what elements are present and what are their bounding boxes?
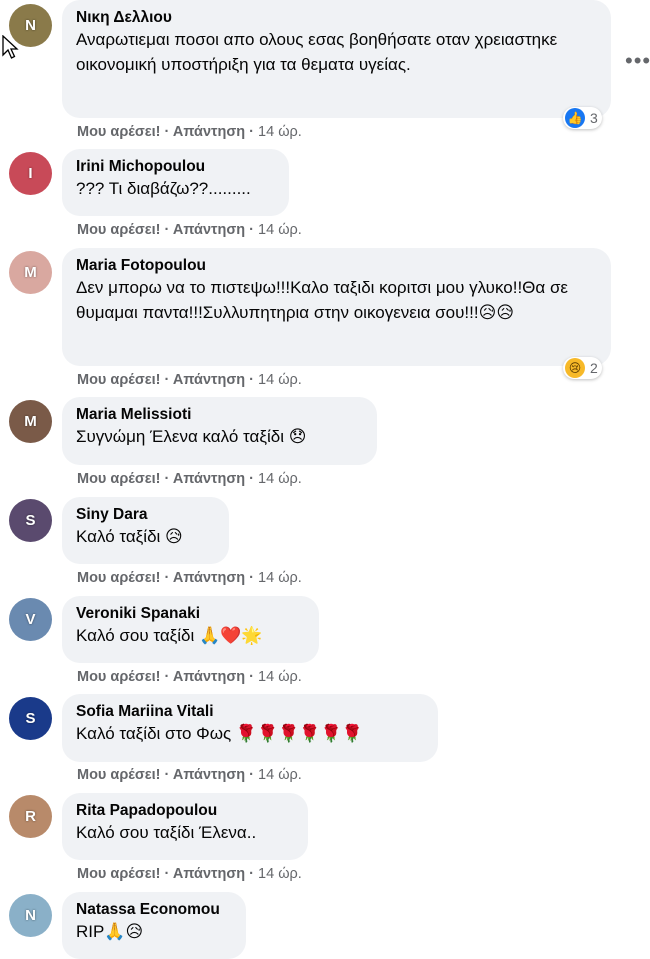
- avatar[interactable]: M: [9, 251, 52, 294]
- separator: ·: [164, 124, 170, 140]
- comment-actions: Μου αρέσει! · Απάντηση · 14 ώρ.: [77, 372, 302, 388]
- sad-reaction-icon: 😢: [565, 358, 585, 378]
- comment-bubble: Veroniki Spanaki Καλό σου ταξίδι 🙏❤️🌟: [62, 596, 319, 663]
- separator: ·: [249, 767, 255, 783]
- reply-button[interactable]: Απάντηση: [173, 669, 245, 685]
- comment-text: RIP🙏😥: [76, 922, 144, 941]
- timestamp[interactable]: 14 ώρ.: [258, 767, 302, 783]
- separator: ·: [249, 669, 255, 685]
- comment-actions: Μου αρέσει! · Απάντηση · 14 ώρ.: [77, 222, 302, 238]
- reply-button[interactable]: Απάντηση: [173, 471, 245, 487]
- avatar[interactable]: N: [9, 894, 52, 937]
- comment-text: Συγνώμη Έλενα καλό ταξίδι 😞: [76, 427, 307, 446]
- comment-bubble: Maria Fotopoulou Δεν μπορω να το πιστεψω…: [62, 248, 611, 366]
- timestamp[interactable]: 14 ώρ.: [258, 570, 302, 586]
- comment-actions: Μου αρέσει! · Απάντηση · 14 ώρ.: [77, 570, 302, 586]
- comment-text: Αναρωτιεμαι ποσοι απο ολους εσας βοηθήσα…: [76, 30, 558, 74]
- separator: ·: [249, 222, 255, 238]
- comment-bubble: Νικη Δελλιου Αναρωτιεμαι ποσοι απο ολους…: [62, 0, 611, 118]
- mouse-cursor-icon: [2, 35, 19, 59]
- reaction-count: 2: [590, 360, 598, 376]
- reaction-summary[interactable]: 😢 2: [563, 357, 602, 379]
- like-button[interactable]: Μου αρέσει!: [77, 471, 161, 487]
- separator: ·: [249, 372, 255, 388]
- avatar[interactable]: M: [9, 400, 52, 443]
- timestamp[interactable]: 14 ώρ.: [258, 471, 302, 487]
- commenter-name[interactable]: Maria Melissioti: [76, 405, 363, 425]
- commenter-name[interactable]: Veroniki Spanaki: [76, 604, 305, 624]
- separator: ·: [164, 866, 170, 882]
- avatar[interactable]: V: [9, 598, 52, 641]
- commenter-name[interactable]: Rita Papadopoulou: [76, 801, 294, 821]
- like-button[interactable]: Μου αρέσει!: [77, 372, 161, 388]
- separator: ·: [249, 124, 255, 140]
- more-options-icon[interactable]: •••: [625, 48, 650, 74]
- separator: ·: [164, 669, 170, 685]
- reply-button[interactable]: Απάντηση: [173, 372, 245, 388]
- separator: ·: [249, 471, 255, 487]
- comment-bubble: Siny Dara Καλό ταξίδι 😥: [62, 497, 229, 564]
- separator: ·: [164, 570, 170, 586]
- like-icon: 👍: [565, 108, 585, 128]
- avatar[interactable]: S: [9, 499, 52, 542]
- like-button[interactable]: Μου αρέσει!: [77, 124, 161, 140]
- commenter-name[interactable]: Natassa Economou: [76, 900, 232, 920]
- timestamp[interactable]: 14 ώρ.: [258, 124, 302, 140]
- avatar[interactable]: I: [9, 152, 52, 195]
- comment-bubble: Maria Melissioti Συγνώμη Έλενα καλό ταξί…: [62, 397, 377, 465]
- like-button[interactable]: Μου αρέσει!: [77, 767, 161, 783]
- comment-bubble: Sofia Mariina Vitali Καλό ταξίδι στο Φως…: [62, 694, 438, 762]
- avatar[interactable]: S: [9, 697, 52, 740]
- comment-text: Δεν μπορω να το πιστεψω!!!Καλο ταξιδι κο…: [76, 278, 569, 322]
- timestamp[interactable]: 14 ώρ.: [258, 222, 302, 238]
- avatar[interactable]: R: [9, 795, 52, 838]
- comment-actions: Μου αρέσει! · Απάντηση · 14 ώρ.: [77, 767, 302, 783]
- reply-button[interactable]: Απάντηση: [173, 866, 245, 882]
- commenter-name[interactable]: Νικη Δελλιου: [76, 8, 597, 28]
- separator: ·: [249, 866, 255, 882]
- timestamp[interactable]: 14 ώρ.: [258, 669, 302, 685]
- comment-bubble: Irini Michopoulou ??? Τι διαβάζω??......…: [62, 149, 289, 216]
- comment-actions: Μου αρέσει! · Απάντηση · 14 ώρ.: [77, 471, 302, 487]
- commenter-name[interactable]: Sofia Mariina Vitali: [76, 702, 424, 722]
- separator: ·: [164, 767, 170, 783]
- comment-actions: Μου αρέσει! · Απάντηση · 14 ώρ.: [77, 866, 302, 882]
- like-button[interactable]: Μου αρέσει!: [77, 866, 161, 882]
- comment-actions: Μου αρέσει! · Απάντηση · 14 ώρ.: [77, 124, 302, 140]
- commenter-name[interactable]: Maria Fotopoulou: [76, 256, 597, 276]
- comment-text: ??? Τι διαβάζω??.........: [76, 179, 251, 198]
- timestamp[interactable]: 14 ώρ.: [258, 866, 302, 882]
- commenter-name[interactable]: Irini Michopoulou: [76, 157, 275, 177]
- like-button[interactable]: Μου αρέσει!: [77, 570, 161, 586]
- comment-text: Καλό σου ταξίδι 🙏❤️🌟: [76, 626, 263, 645]
- timestamp[interactable]: 14 ώρ.: [258, 372, 302, 388]
- comment-bubble: Rita Papadopoulou Καλό σου ταξίδι Έλενα.…: [62, 793, 308, 860]
- separator: ·: [164, 471, 170, 487]
- reply-button[interactable]: Απάντηση: [173, 124, 245, 140]
- reaction-count: 3: [590, 110, 598, 126]
- separator: ·: [249, 570, 255, 586]
- reply-button[interactable]: Απάντηση: [173, 767, 245, 783]
- reaction-summary[interactable]: 👍 3: [563, 107, 602, 129]
- separator: ·: [164, 222, 170, 238]
- separator: ·: [164, 372, 170, 388]
- comment-text: Καλό σου ταξίδι Έλενα..: [76, 823, 257, 842]
- comment-actions: Μου αρέσει! · Απάντηση · 14 ώρ.: [77, 669, 302, 685]
- comment-text: Καλό ταξίδι στο Φως 🌹🌹🌹🌹🌹🌹: [76, 724, 363, 743]
- reply-button[interactable]: Απάντηση: [173, 570, 245, 586]
- comment-text: Καλό ταξίδι 😥: [76, 527, 183, 546]
- like-button[interactable]: Μου αρέσει!: [77, 669, 161, 685]
- commenter-name[interactable]: Siny Dara: [76, 505, 215, 525]
- comment-bubble: Natassa Economou RIP🙏😥: [62, 892, 246, 959]
- reply-button[interactable]: Απάντηση: [173, 222, 245, 238]
- like-button[interactable]: Μου αρέσει!: [77, 222, 161, 238]
